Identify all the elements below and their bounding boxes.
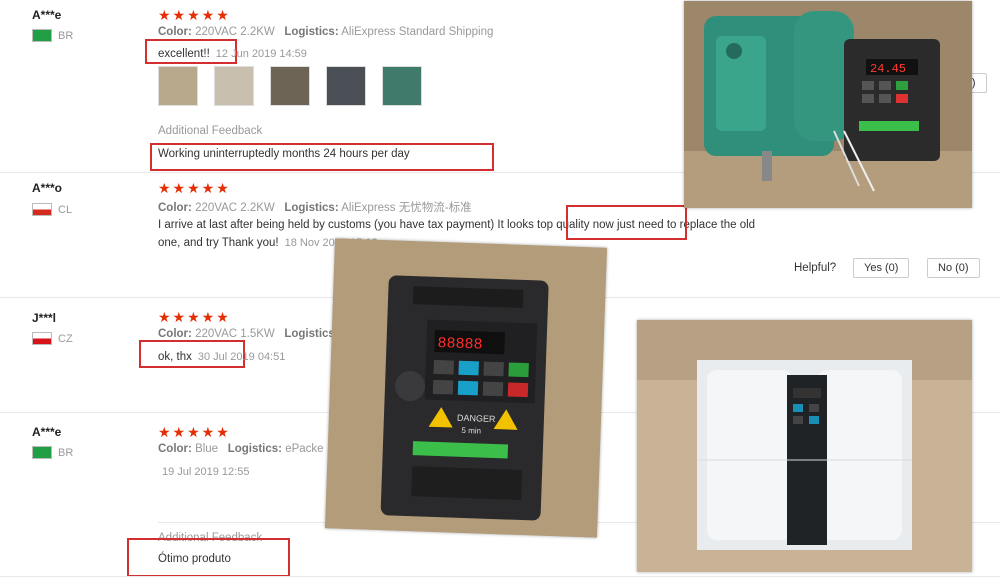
brazil-flag-icon [32,29,52,43]
chile-flag-icon [32,203,52,217]
color-label: Color: [158,443,192,455]
star-rating: ★★★★★ [158,180,231,196]
logistics-label: Logistics: [227,443,282,455]
order-info: Color: 220VAC 1.5KW Logistics: [158,328,339,340]
helpful-yes-button[interactable]: Yes (0) [853,258,910,278]
additional-feedback-text: Working uninterruptedly months 24 hours … [158,148,410,160]
order-info: Color: Blue Logistics: ePacke [158,443,324,455]
reviewer-country: BR [32,27,73,45]
color-label: Color: [158,26,192,38]
logistics-value: AliExpress 无忧物流-标准 [341,202,472,214]
inverter-closeup-illustration: 88888 DANGER 5 min [325,238,607,538]
country-code: BR [58,446,74,459]
color-value: 220VAC 2.2KW [195,26,275,38]
color-value: 220VAC 2.2KW [195,202,275,214]
review-body-part: I arrive at last after being held by cus… [158,219,495,231]
helpful-no-button[interactable]: No (0) [927,258,980,278]
review-photo-thumb[interactable] [158,66,198,106]
reviewer-name: A***e [32,8,62,22]
color-label: Color: [158,202,192,214]
reviewer-country: BR [32,444,73,462]
review-date: 12 Jun 2019 14:59 [215,48,307,60]
logistics-label: Logistics: [284,26,339,38]
divider [0,576,1000,577]
helpful-label: Helpful? [794,262,837,274]
packaged-inverter-illustration [637,320,972,572]
additional-feedback-text: Ótimo produto [158,553,231,565]
reviewer-name: A***o [32,181,63,195]
reviewer-name: A***e [32,425,62,439]
motor-inverter-illustration: 24.45 [684,1,972,208]
star-rating: ★★★★★ [158,424,231,440]
review-body: ok, thx [158,351,192,363]
star-rating: ★★★★★ [158,7,231,23]
order-info: Color: 220VAC 2.2KW Logistics: AliExpres… [158,26,493,38]
review-date: 30 Jul 2019 04:51 [197,351,286,363]
review-photo-thumb[interactable] [382,66,422,106]
review-photos [158,66,422,106]
review-text: ok, thx 30 Jul 2019 04:51 [158,347,285,365]
danger-label: DANGER [457,413,496,424]
color-value: 220VAC 1.5KW [195,328,275,340]
additional-feedback-heading: Additional Feedback [158,125,263,137]
review-photo-thumb[interactable] [326,66,366,106]
review-photo-thumb[interactable] [214,66,254,106]
order-info: Color: 220VAC 2.2KW Logistics: AliExpres… [158,199,472,215]
logistics-label: Logistics: [284,328,339,340]
review-date-row: 19 Jul 2019 12:55 [158,462,249,480]
review-body-part: one, and try Thank you! [158,237,279,249]
inverter-display-text: 88888 [437,335,483,354]
brazil-flag-icon [32,446,52,460]
reviewer-country: CZ [32,330,73,348]
color-value: Blue [195,443,219,455]
photo-packaged-inverter [637,320,972,572]
czech-flag-icon [32,332,52,346]
review-text: excellent!! 12 Jun 2019 14:59 [158,44,307,62]
country-code: BR [58,29,74,42]
inverter-display-text: 24.45 [870,62,906,76]
review-date: 19 Jul 2019 12:55 [162,466,250,478]
logistics-label: Logistics: [284,202,339,214]
color-label: Color: [158,328,192,340]
logistics-value: ePacke [285,443,324,455]
reviewer-country: CL [32,201,72,219]
danger-time: 5 min [461,426,481,436]
star-rating: ★★★★★ [158,309,231,325]
review-photo-thumb[interactable] [270,66,310,106]
review-body: excellent!! [158,48,210,60]
photo-inverter-closeup: 88888 DANGER 5 min [325,238,607,538]
reviewer-name: J***l [32,311,57,325]
photo-motor-inverter: 24.45 [684,1,972,208]
logistics-value: AliExpress Standard Shipping [341,26,494,38]
country-code: CL [58,203,73,216]
highlight-box [566,205,687,240]
country-code: CZ [58,332,73,345]
